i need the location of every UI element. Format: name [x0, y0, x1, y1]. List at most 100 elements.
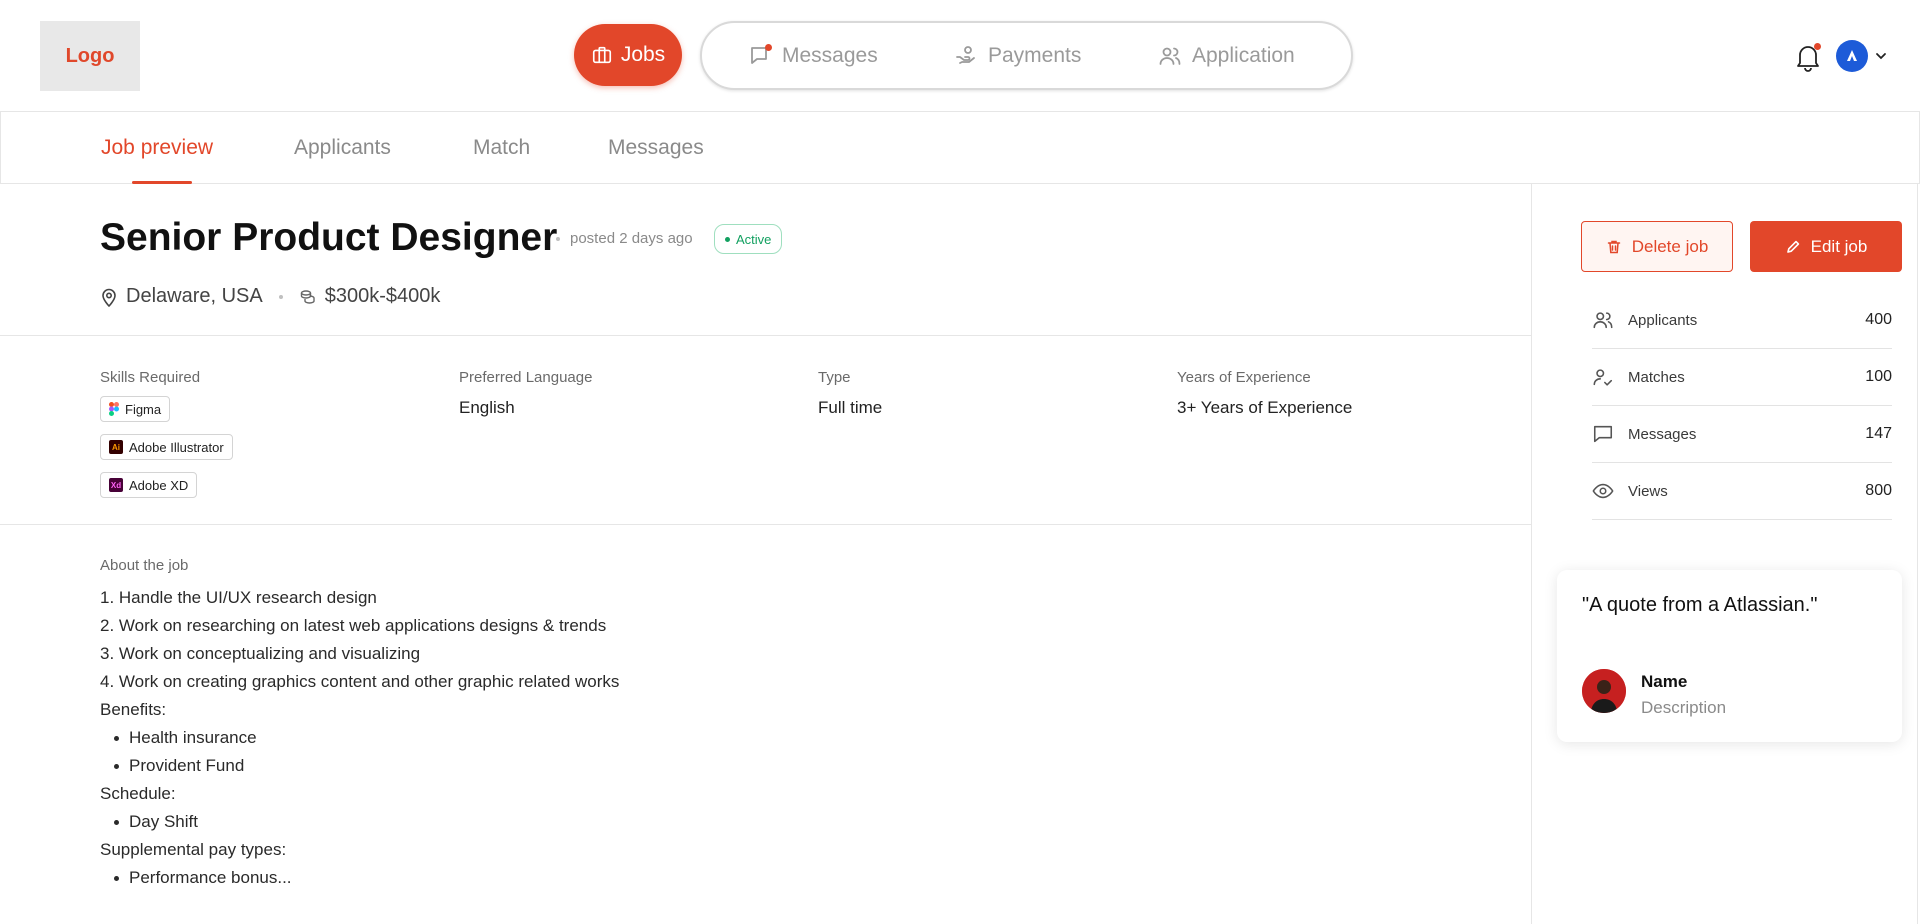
user-avatar[interactable] [1836, 40, 1868, 72]
skills-label: Skills Required [100, 369, 201, 386]
unread-dot [765, 43, 772, 51]
users-icon [1159, 47, 1181, 65]
experience-section: Years of Experience 3+ Years of Experien… [1177, 369, 1352, 418]
language-label: Preferred Language [459, 369, 593, 386]
illustrator-icon: Ai [109, 440, 123, 454]
right-border [1917, 184, 1918, 924]
chevron-down-icon[interactable] [1874, 49, 1888, 63]
stat-applicants[interactable]: Applicants 400 [1592, 292, 1892, 349]
figma-icon [109, 402, 119, 416]
stat-label: Matches [1628, 368, 1685, 386]
edit-job-label: Edit job [1810, 236, 1868, 256]
nav-application-label: Application [1192, 43, 1295, 67]
experience-label: Years of Experience [1177, 369, 1311, 386]
supplemental-item: Performance bonus... [100, 864, 619, 892]
about-section: About the job 1. Handle the UI/UX resear… [100, 557, 619, 892]
skill-chip-xd: Xd Adobe XD [100, 472, 198, 498]
delete-job-label: Delete job [1631, 236, 1709, 256]
benefit-item: Health insurance [100, 724, 619, 752]
quote-author-name: Name [1641, 672, 1688, 691]
skill-label: Adobe Illustrator [129, 439, 224, 455]
section-divider [0, 524, 1531, 525]
about-label: About the job [100, 557, 189, 574]
responsibility-item: 2. Work on researching on latest web app… [100, 616, 607, 635]
logo[interactable]: Logo [40, 21, 140, 91]
users-icon [1592, 309, 1616, 331]
experience-value: 3+ Years of Experience [1177, 398, 1353, 417]
type-value: Full time [818, 398, 883, 417]
stat-messages[interactable]: Messages 147 [1592, 406, 1892, 463]
schedule-text: Day Shift [129, 812, 198, 831]
stat-value: 147 [1865, 425, 1892, 442]
stat-value: 100 [1865, 368, 1892, 385]
nav-jobs-label: Jobs [620, 43, 666, 66]
main-nav-group: Messages Payments Application [700, 21, 1353, 90]
edit-job-button[interactable]: Edit job [1750, 221, 1902, 272]
supplemental-text: Performance bonus... [129, 868, 292, 887]
top-navigation-bar: Logo Jobs Messages Payments Application [0, 0, 1920, 112]
stat-label: Messages [1628, 425, 1697, 443]
stat-value: 400 [1865, 311, 1892, 328]
status-dot [725, 236, 730, 242]
section-divider [0, 335, 1531, 336]
type-label: Type [818, 369, 851, 386]
skill-chip-figma: Figma [100, 396, 171, 422]
skills-section: Skills Required Figma Ai Adobe Illustrat… [100, 369, 233, 498]
user-check-icon [1592, 366, 1616, 388]
tab-messages[interactable]: Messages [608, 136, 704, 160]
quote-author-avatar [1582, 669, 1626, 713]
tab-job-preview[interactable]: Job preview [101, 136, 213, 160]
nav-payments-button[interactable]: Payments [954, 23, 1081, 88]
quote-author-description: Description [1641, 698, 1727, 717]
posted-date: posted 2 days ago [570, 230, 693, 247]
atlassian-logo-icon [1847, 50, 1857, 61]
responsibility-item: 4. Work on creating graphics content and… [100, 672, 620, 691]
status-label: Active [736, 231, 772, 247]
location: Delaware, USA [100, 285, 263, 308]
benefits-heading: Benefits: [100, 700, 167, 719]
stat-views[interactable]: Views 800 [1592, 463, 1892, 520]
nav-messages-button[interactable]: Messages [748, 23, 878, 88]
eye-icon [1592, 480, 1616, 502]
tab-match[interactable]: Match [473, 136, 530, 160]
notification-dot [1814, 43, 1821, 50]
salary: $300k-$400k [299, 285, 441, 308]
language-section: Preferred Language English [459, 369, 592, 418]
status-badge: Active [714, 224, 783, 254]
pencil-icon [1786, 240, 1799, 253]
job-meta: Delaware, USA $300k-$400k [100, 285, 440, 308]
benefit-item: Provident Fund [100, 752, 619, 780]
delete-job-button[interactable]: Delete job [1581, 221, 1733, 272]
skill-label: Figma [125, 401, 162, 417]
chat-icon [1592, 423, 1616, 445]
job-title: Senior Product Designer [100, 216, 558, 259]
stat-label: Applicants [1628, 311, 1698, 329]
stat-label: Views [1628, 482, 1668, 500]
stat-matches[interactable]: Matches 100 [1592, 349, 1892, 406]
separator-dot [278, 294, 283, 299]
separator-dot [556, 236, 560, 241]
responsibility-item: 3. Work on conceptualizing and visualizi… [100, 644, 421, 663]
skill-chip-illustrator: Ai Adobe Illustrator [100, 434, 233, 460]
nav-jobs-button[interactable]: Jobs [574, 24, 682, 86]
trash-icon [1607, 240, 1620, 253]
benefit-text: Health insurance [129, 728, 257, 747]
quote-card: "A quote from a Atlassian." Name Descrip… [1557, 570, 1902, 742]
skill-label: Adobe XD [129, 477, 189, 493]
benefit-text: Provident Fund [129, 756, 245, 775]
payments-icon [956, 45, 975, 64]
job-tabs: Job preview Applicants Match Messages [0, 112, 1920, 184]
stat-value: 800 [1865, 482, 1892, 499]
salary-text: $300k-$400k [324, 285, 441, 307]
nav-messages-label: Messages [782, 43, 878, 67]
briefcase-icon [592, 46, 611, 64]
quote-text: "A quote from a Atlassian." [1582, 594, 1818, 616]
coins-icon [300, 289, 315, 304]
nav-application-button[interactable]: Application [1158, 23, 1295, 88]
notifications-button[interactable] [1794, 42, 1822, 72]
type-section: Type Full time [818, 369, 882, 418]
nav-payments-label: Payments [988, 43, 1082, 67]
schedule-item: Day Shift [100, 808, 619, 836]
posted-info: posted 2 days ago [556, 230, 693, 247]
tab-applicants[interactable]: Applicants [294, 136, 391, 160]
